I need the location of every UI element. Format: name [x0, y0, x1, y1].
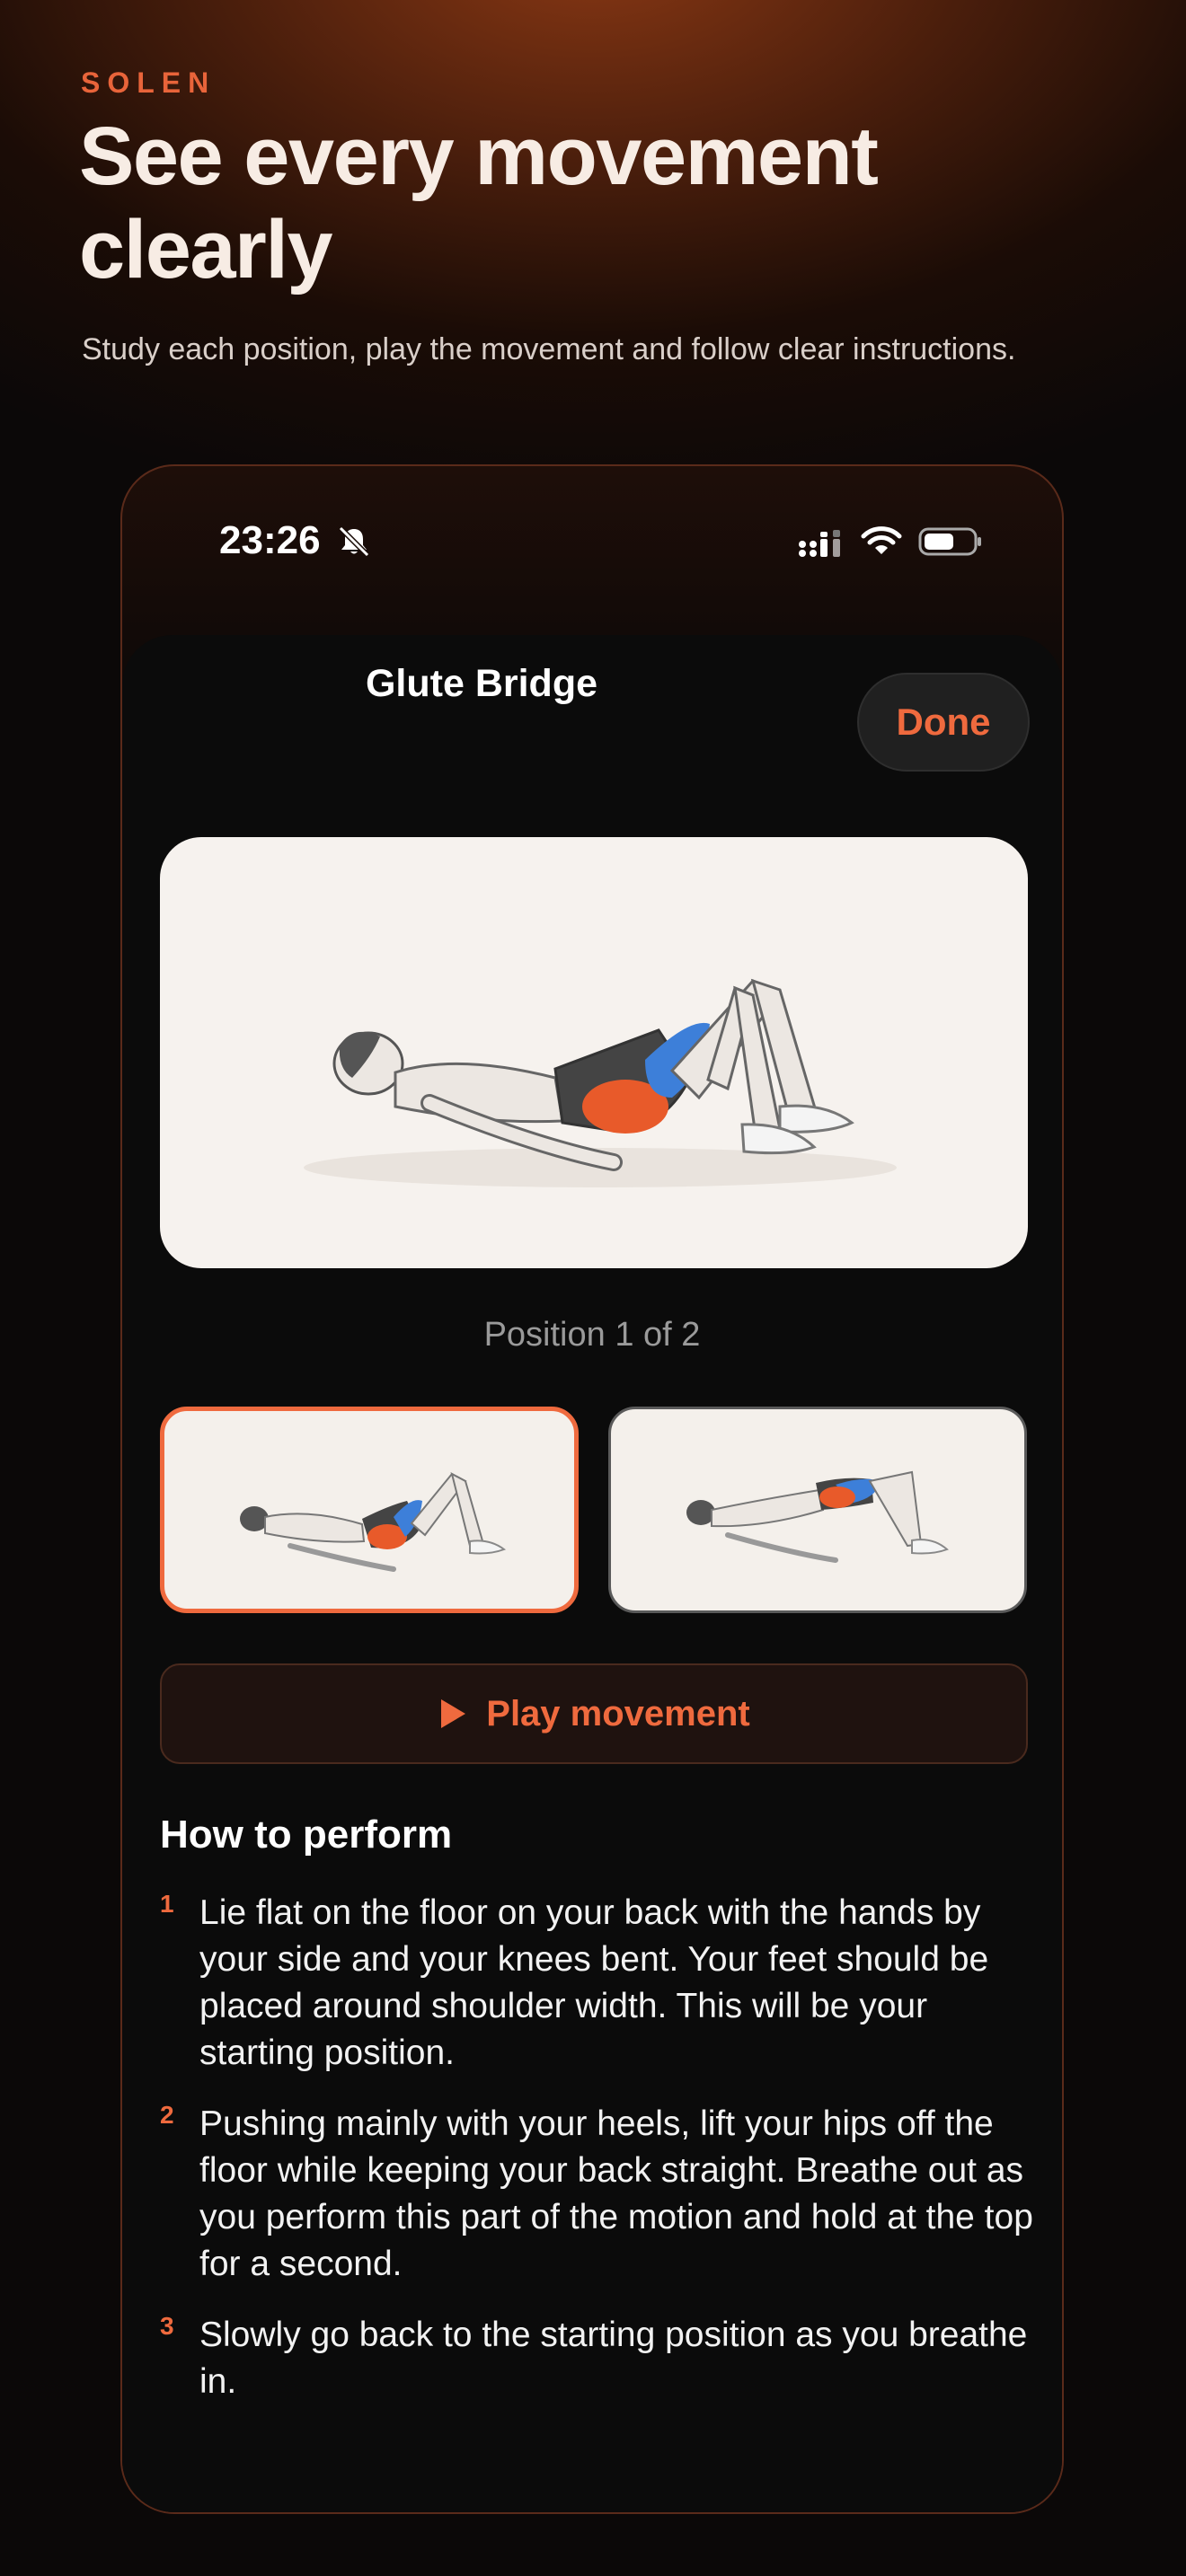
step-number: 2: [160, 2101, 174, 2129]
step-text: Pushing mainly with your heels, lift you…: [199, 2104, 1033, 2283]
play-movement-button[interactable]: Play movement: [160, 1663, 1028, 1764]
step-number: 1: [160, 1890, 174, 1918]
step-number: 3: [160, 2312, 174, 2340]
marketing-subtitle: Study each position, play the movement a…: [82, 332, 1016, 366]
exercise-title: Glute Bridge: [365, 662, 598, 705]
status-time: 23:26: [219, 518, 321, 562]
position-thumbnail-1[interactable]: [160, 1407, 579, 1613]
step-text: Slowly go back to the starting position …: [199, 2316, 1028, 2401]
exercise-illustration: [160, 837, 1028, 1268]
brand-label: SOLEN: [81, 66, 217, 99]
how-to-perform-heading: How to perform: [160, 1813, 453, 1857]
battery-icon: [918, 527, 981, 556]
marketing-headline: See every movement clearly: [79, 110, 879, 296]
bell-slash-icon: [338, 525, 370, 558]
play-icon: [441, 1699, 466, 1728]
done-button[interactable]: Done: [857, 673, 1030, 772]
step-text: Lie flat on the floor on your back with …: [199, 1893, 989, 2072]
cellular-signal-icon: [799, 530, 840, 557]
wifi-icon: [861, 526, 902, 554]
position-thumbnail-2[interactable]: [608, 1407, 1027, 1613]
position-indicator: Position 1 of 2: [483, 1316, 701, 1354]
device-frame: 23:26 Glute Bridge Done Position 1 of 2 …: [120, 464, 1064, 2514]
play-movement-label: Play movement: [486, 1693, 750, 1734]
